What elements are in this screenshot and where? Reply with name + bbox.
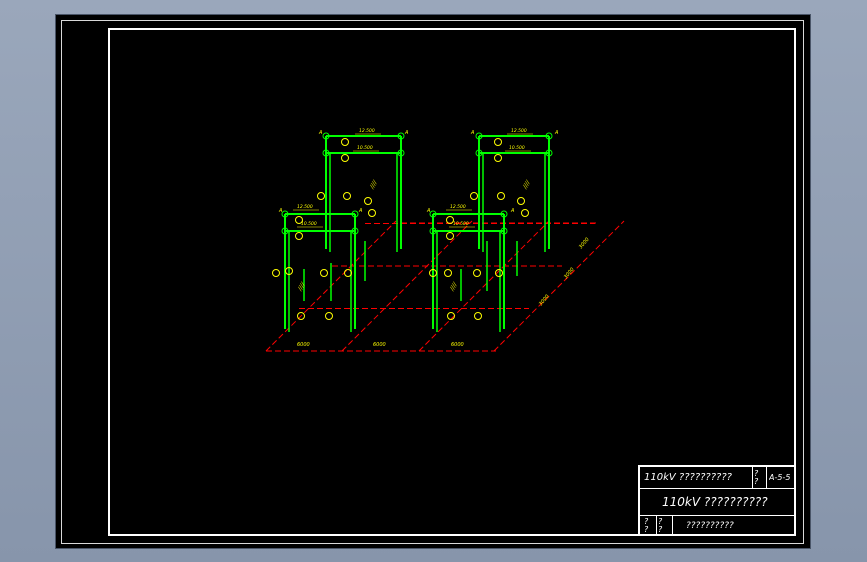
dimension-label: 3000 — [563, 267, 576, 281]
member-label — [320, 269, 328, 277]
axis-mark: A — [318, 130, 323, 136]
title-block-row-1: 110kV ?????????? ? ? A-5-5 — [640, 467, 794, 489]
member-label — [341, 154, 349, 162]
title-block: 110kV ?????????? ? ? A-5-5 110kV ???????… — [638, 465, 796, 536]
section-hatch: //// — [448, 281, 459, 293]
elevation-label: 12.500 — [359, 128, 375, 134]
elevation-label: 12.500 — [450, 204, 466, 210]
member-label — [364, 197, 372, 205]
section-hatch: //// — [296, 281, 307, 293]
member-label — [473, 269, 481, 277]
axis-mark: A — [470, 130, 475, 136]
member-label — [295, 232, 303, 240]
dimension-label: 6000 — [297, 342, 310, 348]
member-label — [494, 138, 502, 146]
sheet-code: A-5-5 — [769, 473, 791, 482]
member-label — [446, 232, 454, 240]
grid-line — [418, 220, 550, 352]
bottom-marks-right: ? ? — [658, 516, 663, 534]
drawing-name: 110kV ?????????? — [662, 494, 768, 509]
sheet-code-marks: ? ? — [754, 467, 766, 488]
member-label — [474, 312, 482, 320]
member-label — [272, 269, 280, 277]
title-block-row-3: ? ? ? ? ?????????? — [640, 515, 794, 536]
axis-mark: A — [404, 130, 409, 136]
dimension-label: 6000 — [373, 342, 386, 348]
elevation-label: 10.500 — [301, 221, 317, 227]
dimension-label: 3000 — [578, 237, 591, 251]
member-label — [325, 312, 333, 320]
member-label — [343, 192, 351, 200]
member-label — [444, 269, 452, 277]
cad-viewport[interactable]: 6000 6000 6000 3000 3000 3000 A A A A A A A A 12.500 10… — [55, 14, 811, 549]
member-label — [341, 138, 349, 146]
dimension-label: 6000 — [451, 342, 464, 348]
axis-mark: A — [278, 208, 283, 214]
sheet-code-mark: ? — [754, 476, 759, 486]
member-label — [368, 209, 376, 217]
member-label — [521, 209, 529, 217]
member-label — [317, 192, 325, 200]
section-hatch: //// — [368, 179, 379, 191]
member-label — [517, 197, 525, 205]
title-block-row-2: 110kV ?????????? — [640, 488, 794, 516]
axis-mark: A — [358, 208, 363, 214]
elevation-label: 10.500 — [357, 145, 373, 151]
axis-mark: A — [554, 130, 559, 136]
member-label — [470, 192, 478, 200]
grid-line — [493, 220, 625, 352]
elevation-label: 12.500 — [297, 204, 313, 210]
elevation-label: 10.500 — [509, 145, 525, 151]
elevation-label: 12.500 — [511, 128, 527, 134]
bottom-label: ?????????? — [686, 520, 734, 531]
section-hatch: //// — [521, 179, 532, 191]
axis-mark: A — [510, 208, 515, 214]
member-label — [494, 154, 502, 162]
member-label — [497, 192, 505, 200]
project-title: 110kV ?????????? — [644, 472, 732, 483]
bottom-marks-left: ? ? — [644, 516, 649, 534]
elevation-label: 10.500 — [453, 221, 469, 227]
axis-mark: A — [426, 208, 431, 214]
